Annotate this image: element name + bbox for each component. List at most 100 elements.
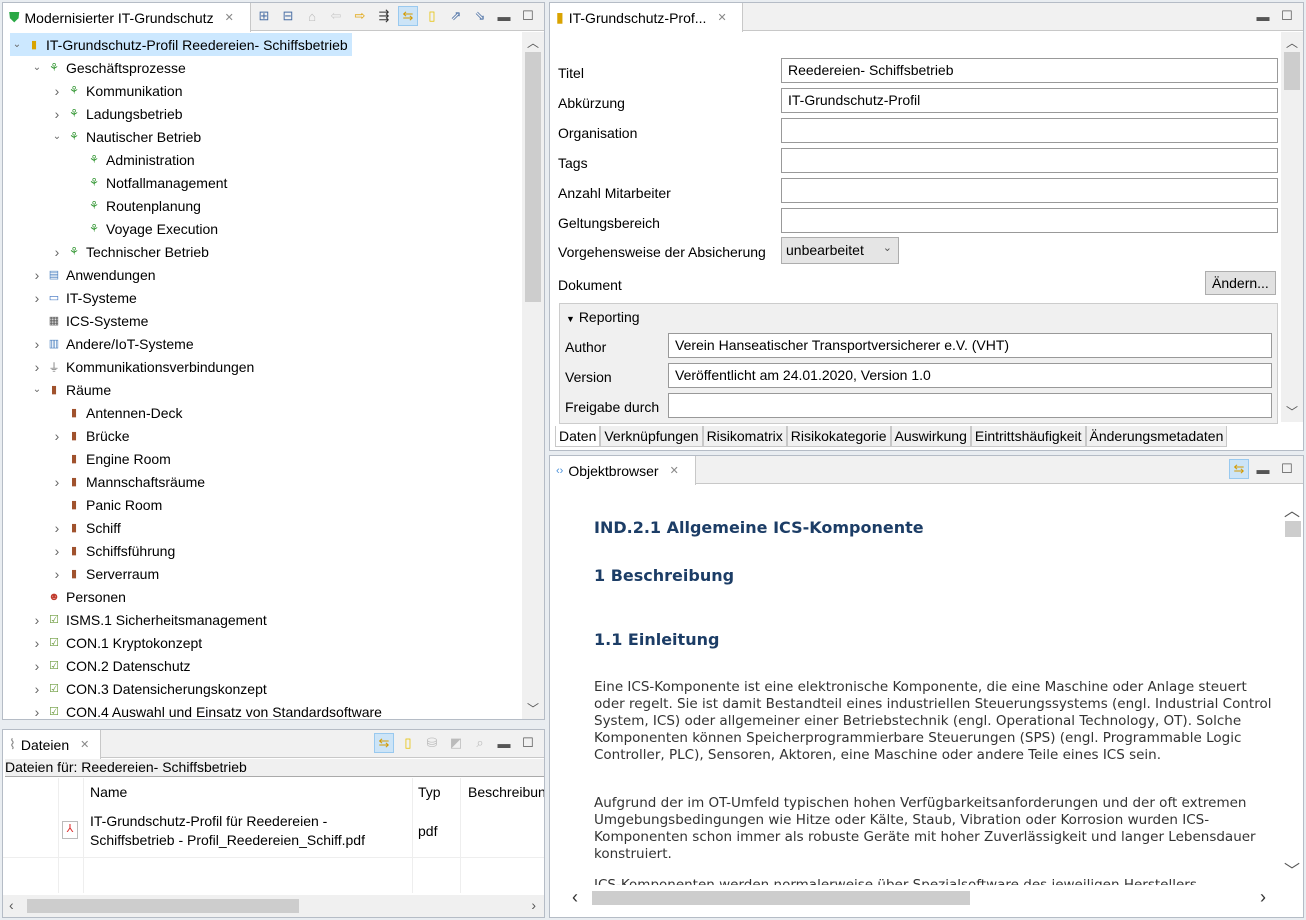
tab-files[interactable]: ⌇ Dateien ✕ xyxy=(3,730,101,759)
close-icon[interactable]: ✕ xyxy=(717,11,726,24)
forward-icon[interactable]: ⇨ xyxy=(350,6,370,26)
tree-item[interactable]: › ⚘ Ladungsbetrieb xyxy=(50,102,187,125)
chevron-right-icon[interactable]: › xyxy=(30,704,44,720)
chevron-right-icon[interactable]: › xyxy=(30,635,44,651)
tree-item[interactable]: ⌄ ⚘ Geschäftsprozesse xyxy=(30,56,190,79)
tree-item[interactable]: › ☑ CON.1 Kryptokonzept xyxy=(30,631,206,654)
column-header-description[interactable]: Beschreibun xyxy=(468,784,544,800)
scroll-down-icon[interactable]: ﹀ xyxy=(1281,857,1303,881)
tree-item[interactable]: ▮ Engine Room xyxy=(50,447,175,470)
scroll-down-icon[interactable]: ﹀ xyxy=(1281,403,1303,420)
files-hscrollbar[interactable]: ‹ › xyxy=(3,895,544,917)
chevron-right-icon[interactable]: › xyxy=(30,290,44,306)
tree-item[interactable]: › ☑ CON.3 Datensicherungskonzept xyxy=(30,677,271,700)
chevron-right-icon[interactable]: › xyxy=(50,474,64,490)
chevron-right-icon[interactable]: › xyxy=(50,244,64,260)
chevron-right-icon[interactable]: › xyxy=(30,658,44,674)
link-with-editor-icon[interactable]: ⇆ xyxy=(398,6,418,26)
field-input[interactable]: IT-Grundschutz-Profil xyxy=(781,88,1278,113)
tree-item[interactable]: ⌄ ⚘ Nautischer Betrieb xyxy=(50,125,205,148)
browser-vscrollbar[interactable]: ︿ ﹀ xyxy=(1281,487,1303,885)
scroll-left-icon[interactable]: ‹ xyxy=(572,887,578,908)
column-header-name[interactable]: Name xyxy=(90,784,127,800)
close-icon[interactable]: ✕ xyxy=(670,464,679,477)
scroll-left-icon[interactable]: ‹ xyxy=(9,897,14,913)
chevron-down-icon[interactable]: ⌄ xyxy=(50,131,64,142)
scroll-up-icon[interactable]: ︿ xyxy=(1281,34,1303,51)
tree-item[interactable]: ⚘ Administration xyxy=(70,148,199,171)
scroll-right-icon[interactable]: › xyxy=(531,897,536,913)
scroll-thumb[interactable] xyxy=(1285,521,1301,537)
tree-item[interactable]: › ⏚ Kommunikationsverbindungen xyxy=(30,355,258,378)
close-icon[interactable]: ✕ xyxy=(225,11,234,24)
export-icon[interactable]: ⇗ xyxy=(446,6,466,26)
tab-3[interactable]: Risikokategorie xyxy=(786,426,891,447)
chevron-down-icon[interactable]: ⌄ xyxy=(10,39,24,50)
chevron-right-icon[interactable]: › xyxy=(50,543,64,559)
maximize-icon[interactable]: ☐ xyxy=(1277,6,1297,26)
minimize-icon[interactable]: ▬ xyxy=(1253,6,1273,26)
scroll-thumb[interactable] xyxy=(592,891,970,905)
tree-item[interactable]: › ▥ Andere/IoT-Systeme xyxy=(30,332,198,355)
minimize-icon[interactable]: ▬ xyxy=(494,6,514,26)
tree-item[interactable]: › ▮ Brücke xyxy=(50,424,134,447)
tree-item[interactable]: ▮ Panic Room xyxy=(50,493,166,516)
tree-item[interactable]: ⚘ Routenplanung xyxy=(70,194,205,217)
chevron-right-icon[interactable]: › xyxy=(50,520,64,536)
tab-editor-profile[interactable]: ▮ IT-Grundschutz-Prof... ✕ xyxy=(550,3,743,32)
scroll-right-icon[interactable]: › xyxy=(1260,887,1266,908)
tree-item[interactable]: ⌄ ▮ Räume xyxy=(30,378,115,401)
tree-item[interactable]: › ⚘ Kommunikation xyxy=(50,79,187,102)
tree-item[interactable]: ⚘ Voyage Execution xyxy=(70,217,222,240)
tab-0[interactable]: Daten xyxy=(555,426,601,447)
add-file-icon[interactable]: ▯ xyxy=(398,733,418,753)
field-input[interactable] xyxy=(668,393,1272,418)
collapse-all-icon[interactable]: ⊟ xyxy=(278,6,298,26)
scroll-down-icon[interactable]: ﹀ xyxy=(522,700,544,717)
minimize-icon[interactable]: ▬ xyxy=(494,733,514,753)
browser-hscrollbar[interactable]: ‹ › xyxy=(558,887,1276,909)
tab-1[interactable]: Verknüpfungen xyxy=(600,426,703,447)
scroll-thumb[interactable] xyxy=(27,899,299,913)
chevron-right-icon[interactable]: › xyxy=(30,267,44,283)
tree-item[interactable]: ☻ Personen xyxy=(30,585,130,608)
tree-scrollbar[interactable]: ︿ ﹀ xyxy=(522,32,544,719)
filter-icon[interactable]: ⇶ xyxy=(374,6,394,26)
back-icon[interactable]: ⇦ xyxy=(326,6,346,26)
tab-object-browser[interactable]: ‹› Objektbrowser ✕ xyxy=(550,456,696,485)
maximize-icon[interactable]: ☐ xyxy=(1277,459,1297,479)
minimize-icon[interactable]: ▬ xyxy=(1253,459,1273,479)
chevron-right-icon[interactable]: › xyxy=(30,681,44,697)
field-input[interactable]: Reedereien- Schiffsbetrieb xyxy=(781,58,1278,83)
chevron-right-icon[interactable]: › xyxy=(50,83,64,99)
reporting-toggle[interactable]: ▼ Reporting xyxy=(566,309,640,325)
tree-item[interactable]: › ▮ Serverraum xyxy=(50,562,163,585)
scroll-up-icon[interactable]: ︿ xyxy=(522,34,544,51)
tab-6[interactable]: Änderungsmetadaten xyxy=(1085,426,1228,447)
tree-item[interactable]: ⚘ Notfallmanagement xyxy=(70,171,231,194)
link-icon[interactable]: ⇆ xyxy=(374,733,394,753)
maximize-icon[interactable]: ☐ xyxy=(518,6,538,26)
tab-2[interactable]: Risikomatrix xyxy=(702,426,787,447)
field-input[interactable] xyxy=(781,178,1278,203)
chevron-right-icon[interactable]: › xyxy=(50,428,64,444)
chevron-right-icon[interactable]: › xyxy=(50,566,64,582)
editor-scrollbar[interactable]: ︿ ﹀ xyxy=(1281,32,1303,422)
tree-item[interactable]: › ☑ CON.2 Datenschutz xyxy=(30,654,195,677)
tree-item[interactable]: › ▭ IT-Systeme xyxy=(30,286,141,309)
close-icon[interactable]: ✕ xyxy=(80,738,89,751)
tree-item[interactable]: › ▮ Schiff xyxy=(50,516,125,539)
scroll-up-icon[interactable]: ︿ xyxy=(1281,497,1303,521)
tree-item[interactable]: › ▮ Schiffsführung xyxy=(50,539,179,562)
tree-item[interactable]: › ▤ Anwendungen xyxy=(30,263,160,286)
scroll-thumb[interactable] xyxy=(1284,52,1300,90)
save-icon[interactable]: ◩ xyxy=(446,733,466,753)
field-input[interactable]: Veröffentlicht am 24.01.2020, Version 1.… xyxy=(668,363,1272,388)
chevron-right-icon[interactable]: › xyxy=(50,106,64,122)
link-icon[interactable]: ⇆ xyxy=(1229,459,1249,479)
field-input[interactable] xyxy=(781,118,1278,143)
tree-item[interactable]: › ▮ Mannschaftsräume xyxy=(50,470,209,493)
home-icon[interactable]: ⌂ xyxy=(302,6,322,26)
chevron-right-icon[interactable]: › xyxy=(30,612,44,628)
maximize-icon[interactable]: ☐ xyxy=(518,733,538,753)
